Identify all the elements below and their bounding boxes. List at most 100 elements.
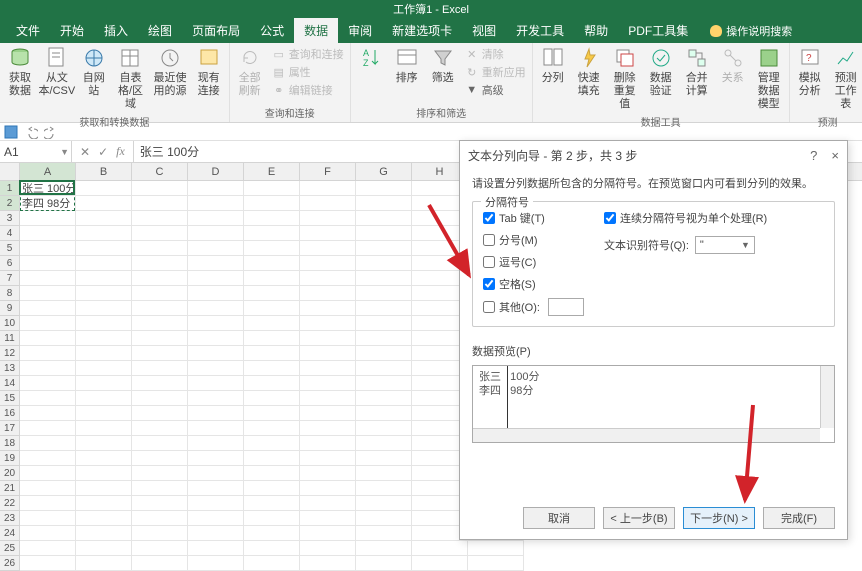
cell[interactable] — [300, 406, 356, 421]
cell[interactable] — [300, 241, 356, 256]
cell[interactable] — [356, 481, 412, 496]
cell[interactable] — [244, 286, 300, 301]
cell[interactable] — [300, 346, 356, 361]
cell[interactable] — [356, 541, 412, 556]
cell[interactable] — [356, 256, 412, 271]
back-button[interactable]: < 上一步(B) — [603, 507, 675, 529]
cell[interactable] — [76, 331, 132, 346]
cell[interactable] — [244, 196, 300, 211]
cell[interactable] — [76, 181, 132, 196]
cell[interactable] — [300, 271, 356, 286]
cell[interactable] — [20, 286, 76, 301]
cell[interactable] — [244, 361, 300, 376]
cell[interactable] — [20, 256, 76, 271]
tell-me-search[interactable]: 操作说明搜索 — [710, 18, 792, 43]
cell[interactable] — [356, 361, 412, 376]
cell[interactable] — [244, 541, 300, 556]
tab-formulas[interactable]: 公式 — [250, 18, 294, 43]
chk-tab[interactable]: Tab 键(T) — [483, 210, 584, 226]
cell[interactable] — [244, 226, 300, 241]
row-header-15[interactable]: 15 — [0, 391, 19, 406]
chk-comma[interactable]: 逗号(C) — [483, 254, 584, 270]
cell[interactable] — [244, 481, 300, 496]
cell[interactable] — [132, 286, 188, 301]
tab-view[interactable]: 视图 — [462, 18, 506, 43]
cell[interactable] — [188, 346, 244, 361]
cell[interactable] — [76, 256, 132, 271]
undo-icon[interactable] — [24, 125, 38, 139]
cell[interactable] — [20, 361, 76, 376]
cell[interactable] — [412, 541, 468, 556]
cell[interactable] — [76, 316, 132, 331]
btn-forecast[interactable]: 预测工作表 — [832, 46, 860, 112]
cell[interactable] — [20, 511, 76, 526]
cell[interactable] — [244, 256, 300, 271]
cell[interactable] — [20, 451, 76, 466]
cell[interactable] — [132, 376, 188, 391]
finish-button[interactable]: 完成(F) — [763, 507, 835, 529]
row-header-16[interactable]: 16 — [0, 406, 19, 421]
row-header-12[interactable]: 12 — [0, 346, 19, 361]
cell[interactable] — [188, 331, 244, 346]
cell[interactable] — [20, 421, 76, 436]
btn-flash-fill[interactable]: 快速填充 — [575, 46, 603, 98]
cell[interactable] — [20, 436, 76, 451]
cell[interactable] — [20, 466, 76, 481]
cell[interactable] — [356, 556, 412, 571]
redo-icon[interactable] — [44, 125, 58, 139]
cell[interactable] — [356, 391, 412, 406]
cell[interactable] — [132, 361, 188, 376]
cell[interactable] — [132, 331, 188, 346]
cell[interactable] — [188, 436, 244, 451]
cell[interactable] — [132, 406, 188, 421]
cell[interactable] — [244, 391, 300, 406]
cell[interactable] — [76, 211, 132, 226]
cell[interactable] — [132, 256, 188, 271]
cell[interactable] — [188, 391, 244, 406]
cell[interactable] — [188, 466, 244, 481]
col-header-d[interactable]: D — [188, 163, 244, 181]
cell[interactable] — [244, 376, 300, 391]
btn-from-table[interactable]: 自表格/区域 — [116, 46, 145, 112]
cell[interactable] — [244, 511, 300, 526]
tab-home[interactable]: 开始 — [50, 18, 94, 43]
cell[interactable] — [300, 526, 356, 541]
cell[interactable] — [132, 181, 188, 196]
cell[interactable] — [20, 496, 76, 511]
cell[interactable] — [468, 541, 524, 556]
cell[interactable] — [244, 421, 300, 436]
cell[interactable] — [76, 526, 132, 541]
tab-file[interactable]: 文件 — [6, 18, 50, 43]
cell[interactable] — [244, 406, 300, 421]
save-icon[interactable] — [4, 125, 18, 139]
preview-vscrollbar[interactable] — [820, 366, 834, 428]
btn-text-to-columns[interactable]: 分列 — [539, 46, 567, 85]
chk-space[interactable]: 空格(S) — [483, 276, 584, 292]
cell[interactable] — [76, 556, 132, 571]
cell[interactable] — [300, 331, 356, 346]
cell[interactable] — [356, 286, 412, 301]
cell[interactable] — [244, 526, 300, 541]
cell[interactable] — [76, 421, 132, 436]
cell[interactable] — [132, 271, 188, 286]
btn-edit-links[interactable]: ⚭编辑链接 — [272, 82, 344, 98]
cell[interactable] — [76, 361, 132, 376]
tab-insert[interactable]: 插入 — [94, 18, 138, 43]
cell[interactable] — [244, 556, 300, 571]
row-header-14[interactable]: 14 — [0, 376, 19, 391]
cell[interactable] — [356, 421, 412, 436]
tab-newtab[interactable]: 新建选项卡 — [382, 18, 462, 43]
cell[interactable] — [188, 541, 244, 556]
cell[interactable] — [244, 241, 300, 256]
tab-draw[interactable]: 绘图 — [138, 18, 182, 43]
cell[interactable] — [356, 301, 412, 316]
cell[interactable] — [20, 526, 76, 541]
row-header-21[interactable]: 21 — [0, 481, 19, 496]
cell[interactable] — [188, 286, 244, 301]
cell[interactable] — [188, 316, 244, 331]
cell[interactable] — [300, 481, 356, 496]
cell[interactable] — [76, 286, 132, 301]
row-header-13[interactable]: 13 — [0, 361, 19, 376]
row-header-25[interactable]: 25 — [0, 541, 19, 556]
next-button[interactable]: 下一步(N) > — [683, 507, 755, 529]
